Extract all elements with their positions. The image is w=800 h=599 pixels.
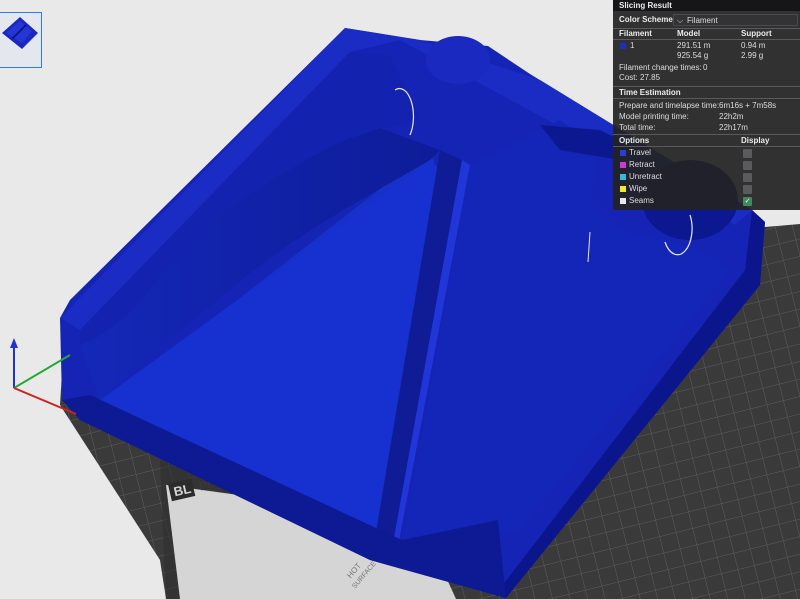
seams-checkbox[interactable]: ✓: [743, 197, 752, 206]
wipe-label: Wipe: [629, 184, 648, 193]
support-header: Support: [741, 29, 772, 38]
model-time-value: 22h2m: [719, 112, 744, 121]
color-scheme-select[interactable]: ⌵ Filament: [673, 14, 798, 26]
prepare-time-value: 6m16s + 7m58s: [719, 101, 777, 110]
unretract-checkbox[interactable]: [743, 173, 752, 182]
prepare-time-label: Prepare and timelapse time:: [619, 101, 720, 110]
total-time-label: Total time:: [619, 123, 656, 132]
filament-color-swatch: [620, 43, 626, 49]
model-thumbnail-icon: [2, 17, 38, 49]
model-time-label: Model printing time:: [619, 112, 689, 121]
model-header: Model: [677, 29, 701, 38]
travel-checkbox[interactable]: [743, 149, 752, 158]
cost-value: 27.85: [640, 73, 661, 82]
support-length: 0.94 m: [741, 41, 766, 50]
retract-color-swatch: [620, 162, 626, 168]
travel-color-swatch: [620, 150, 626, 156]
panel-title: Slicing Result: [613, 0, 800, 11]
wipe-color-swatch: [620, 186, 626, 192]
retract-label: Retract: [629, 160, 655, 169]
total-time-value: 22h17m: [719, 123, 748, 132]
filament-id: 1: [630, 41, 635, 50]
plate-thumbnail[interactable]: [0, 12, 42, 68]
wipe-checkbox[interactable]: [743, 185, 752, 194]
time-estimation-title: Time Estimation: [619, 88, 681, 97]
travel-label: Travel: [629, 148, 651, 157]
filament-change-label: Filament change times:: [619, 63, 702, 72]
support-weight: 2.99 g: [741, 51, 764, 60]
display-header: Display: [741, 136, 770, 145]
filament-header: Filament: [619, 29, 652, 38]
check-icon: ✓: [744, 198, 751, 205]
seams-label: Seams: [629, 196, 654, 205]
chevron-down-icon: ⌵: [677, 16, 684, 25]
retract-checkbox[interactable]: [743, 161, 752, 170]
cost-label: Cost:: [619, 73, 638, 82]
model-length: 291.51 m: [677, 41, 711, 50]
unretract-color-swatch: [620, 174, 626, 180]
unretract-label: Unretract: [629, 172, 662, 181]
filament-change-value: 0: [703, 63, 708, 72]
options-header: Options: [619, 136, 650, 145]
seams-color-swatch: [620, 198, 626, 204]
color-scheme-label: Color Scheme: [619, 15, 673, 24]
model-weight: 925.54 g: [677, 51, 709, 60]
color-scheme-value: Filament: [687, 16, 718, 25]
